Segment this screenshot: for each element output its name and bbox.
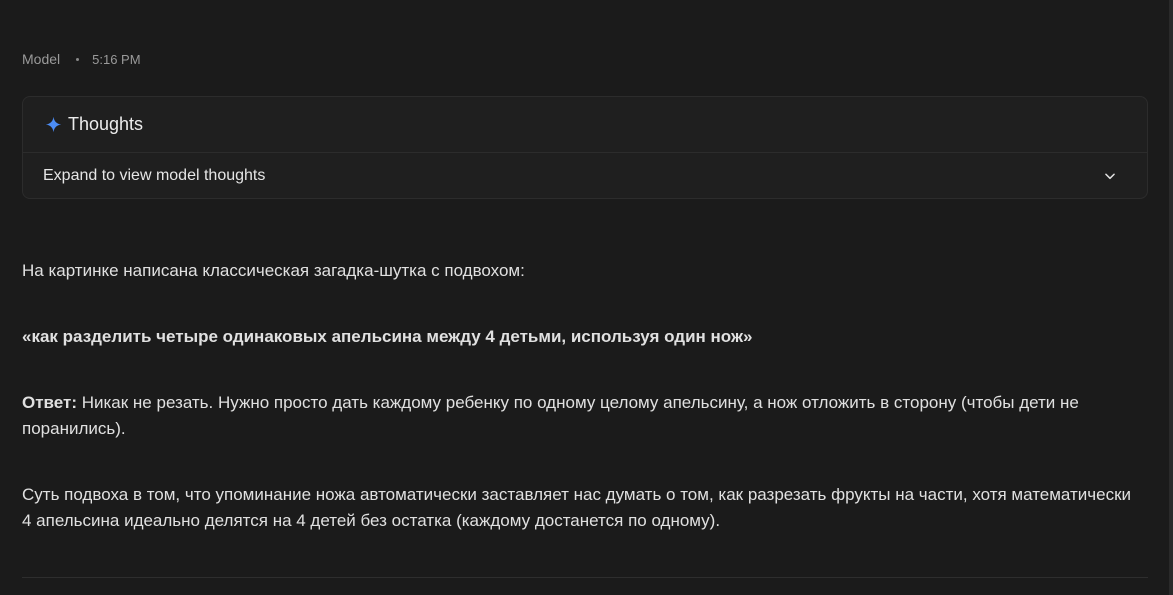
author-label: Model [22,51,61,67]
response-explanation: Суть подвоха в том, что упоминание ножа … [22,485,1132,530]
answer-label: Ответ: [22,393,77,412]
expand-thoughts-button[interactable]: Expand to view model thoughts [23,153,1147,198]
answer-text: Никак не резать. Нужно просто дать каждо… [22,393,1079,438]
message-meta: Model 5:16 PM [22,50,141,68]
expand-thoughts-label: Expand to view model thoughts [43,167,266,184]
thoughts-panel: Thoughts Expand to view model thoughts [22,96,1148,199]
thoughts-title: Thoughts [68,114,144,134]
message-timestamp: 5:16 PM [92,51,141,67]
response-intro: На картинке написана классическая загадк… [22,261,525,280]
response-riddle: «как разделить четыре одинаковых апельси… [22,327,753,346]
message-divider [22,577,1148,578]
sparkle-icon [45,116,62,133]
scrollbar[interactable] [1169,0,1173,595]
chat-page: Model 5:16 PM Thoughts Expand to view mo… [0,0,1173,595]
chevron-down-icon[interactable] [1103,169,1117,183]
thoughts-header: Thoughts [23,97,1147,153]
separator-dot [76,57,80,61]
response-answer: Ответ: Никак не резать. Нужно просто дат… [22,390,1132,442]
